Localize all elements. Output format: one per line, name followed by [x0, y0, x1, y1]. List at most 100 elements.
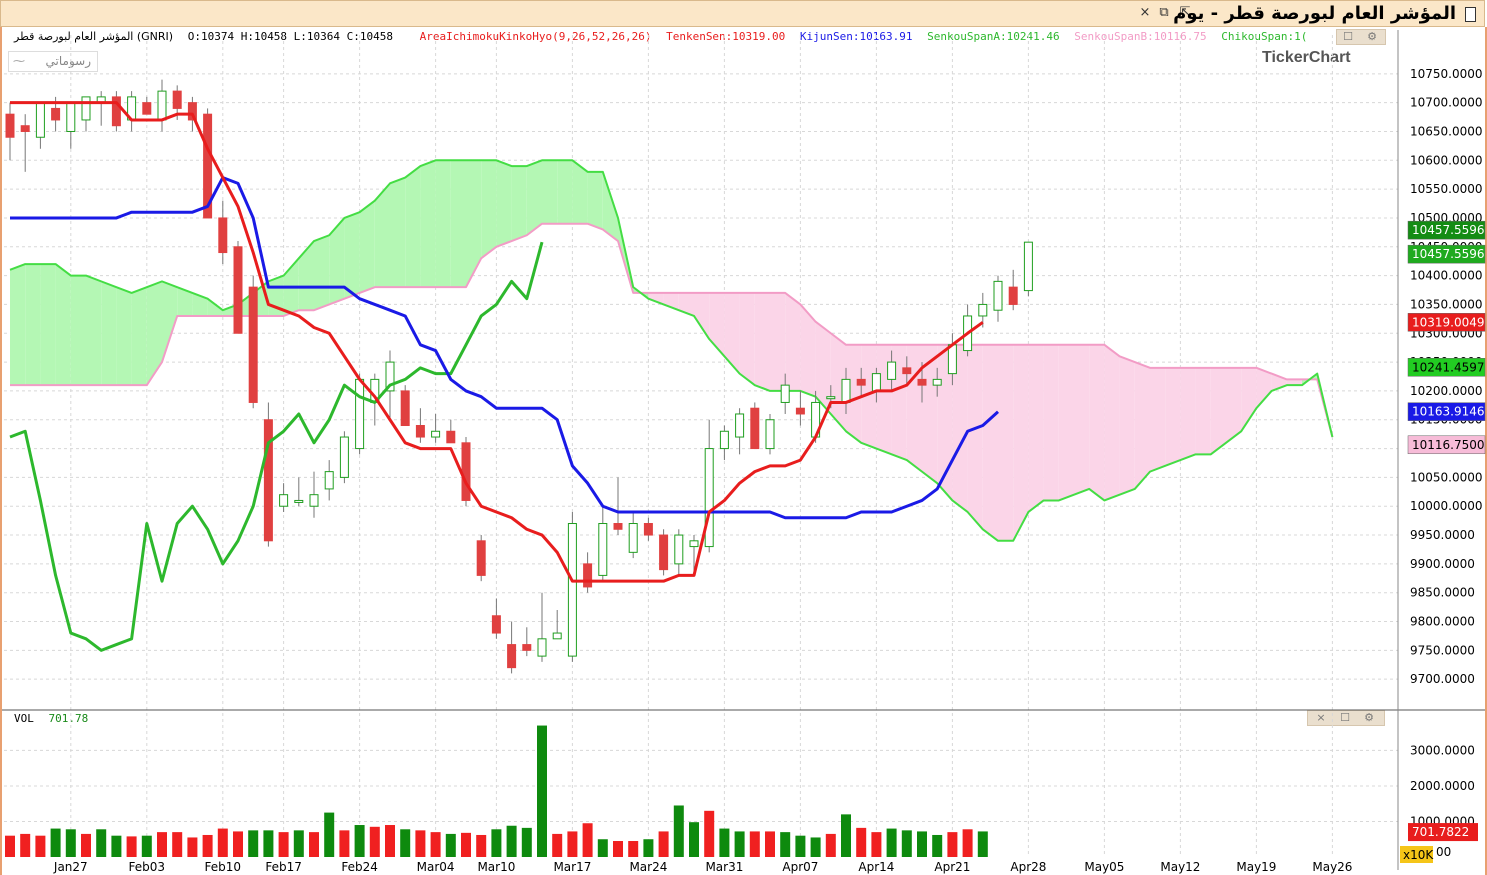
- volume-bar-down: [309, 832, 319, 857]
- cloud-segment: [876, 344, 892, 455]
- cloud-segment: [55, 264, 71, 386]
- cloud-segment: [329, 217, 345, 305]
- candle-down: [795, 407, 805, 415]
- y-tick-label: 10750.0000: [1410, 67, 1483, 81]
- volume-bar-up: [293, 830, 304, 857]
- ichimoku-chart[interactable]: 9700.0000 9750.0000 9800.0000 9850.0000 9900…: [0, 0, 1487, 875]
- price-label: 10163.9146: [1412, 405, 1485, 419]
- candle-up: [704, 448, 714, 548]
- candle-up: [978, 303, 988, 317]
- volume-bar-up: [354, 825, 365, 857]
- cloud-segment: [116, 287, 132, 386]
- cloud-segment: [511, 166, 527, 242]
- y-tick-label: 9850.0000: [1410, 586, 1475, 600]
- cloud-segment: [906, 344, 922, 472]
- cloud-segment: [40, 264, 56, 386]
- candle-down: [1008, 286, 1018, 305]
- candle-down: [5, 113, 15, 138]
- candle-up: [628, 523, 638, 553]
- cloud-segment: [754, 292, 770, 391]
- volume-bar-up: [141, 835, 152, 857]
- candle-up: [689, 540, 699, 548]
- volume-bar-up: [795, 835, 806, 857]
- volume-bar-up: [689, 822, 699, 857]
- cloud-segment: [1195, 367, 1211, 455]
- x-tick-label: Feb17: [265, 860, 302, 874]
- volume-bar-down: [704, 810, 715, 857]
- candle-down: [507, 644, 517, 669]
- cloud-segment: [496, 160, 512, 247]
- cloud-segment: [420, 160, 436, 288]
- candle-up: [765, 419, 775, 450]
- price-label: 10457.5596: [1412, 223, 1485, 237]
- cloud-segment: [101, 281, 117, 386]
- candle-up: [431, 430, 441, 438]
- cloud-segment: [481, 160, 497, 259]
- candle-down: [400, 390, 410, 427]
- volume-bar-up: [673, 805, 684, 857]
- candle-up: [279, 494, 289, 507]
- x-tick-label: May05: [1084, 860, 1124, 874]
- x-tick-label: May12: [1160, 860, 1200, 874]
- cloud-segment: [785, 292, 801, 391]
- volume-bar-down: [126, 836, 137, 857]
- volume-bar-down: [552, 833, 563, 857]
- volume-bar-up: [96, 829, 107, 857]
- candle-down: [263, 419, 273, 542]
- volume-bar-down: [871, 832, 882, 857]
- x-tick-label: Mar24: [629, 860, 667, 874]
- candle-up: [887, 361, 897, 380]
- candle-down: [476, 540, 486, 576]
- candle-down: [20, 125, 30, 132]
- candle-up: [841, 378, 851, 403]
- volume-bar-down: [461, 832, 471, 857]
- y-tick-label: 9700.0000: [1410, 672, 1475, 686]
- volume-tick-label: 3000.0000: [1410, 743, 1475, 757]
- candle-down: [172, 90, 182, 109]
- volume-bar-down: [582, 823, 593, 857]
- y-tick-label: 10400.0000: [1410, 269, 1483, 283]
- volume-bar-down: [476, 834, 487, 857]
- candle-up: [780, 384, 790, 403]
- candle-down: [856, 378, 866, 386]
- candle-up: [932, 378, 942, 386]
- cloud-segment: [1043, 344, 1059, 501]
- x-tick-label: Apr07: [782, 860, 818, 874]
- volume-bar-down: [20, 833, 31, 857]
- candle-down: [643, 523, 653, 536]
- x-tick-label: Jan27: [53, 860, 88, 874]
- cloud-segment: [526, 160, 542, 236]
- cloud-segment: [1013, 344, 1029, 541]
- cloud-segment: [998, 344, 1014, 541]
- volume-bar-down: [658, 831, 669, 857]
- candle-down: [51, 107, 61, 121]
- volume-price-label: 701.7822: [1412, 825, 1469, 839]
- volume-bar-down: [825, 833, 836, 857]
- candle-up: [1023, 241, 1033, 292]
- candle-up: [81, 96, 91, 121]
- x-tick-label: Apr14: [858, 860, 894, 874]
- cloud-segment: [86, 275, 102, 386]
- cloud-segment: [694, 292, 710, 340]
- candle-up: [947, 344, 957, 375]
- candle-down: [446, 430, 456, 444]
- volume-bar-down: [187, 837, 198, 857]
- x-tick-label: May26: [1312, 860, 1352, 874]
- volume-bar-up: [886, 828, 897, 857]
- x-tick-label: Mar17: [553, 860, 591, 874]
- cloud-segment: [1256, 367, 1272, 409]
- volume-bar-up: [917, 831, 927, 857]
- x-tick-label: Mar31: [705, 860, 743, 874]
- cloud-segment: [1150, 367, 1166, 472]
- x-tick-label: Mar04: [417, 860, 455, 874]
- volume-bar-up: [537, 725, 547, 857]
- cloud-segment: [1058, 344, 1074, 501]
- volume-bar-down: [369, 826, 380, 857]
- volume-bar-up: [491, 829, 502, 857]
- y-tick-label: 10350.0000: [1410, 297, 1483, 311]
- candle-down: [917, 378, 927, 386]
- cloud-segment: [450, 160, 466, 288]
- volume-bar-down: [749, 831, 760, 857]
- volume-bar-down: [628, 841, 639, 857]
- volume-bar-up: [324, 812, 335, 857]
